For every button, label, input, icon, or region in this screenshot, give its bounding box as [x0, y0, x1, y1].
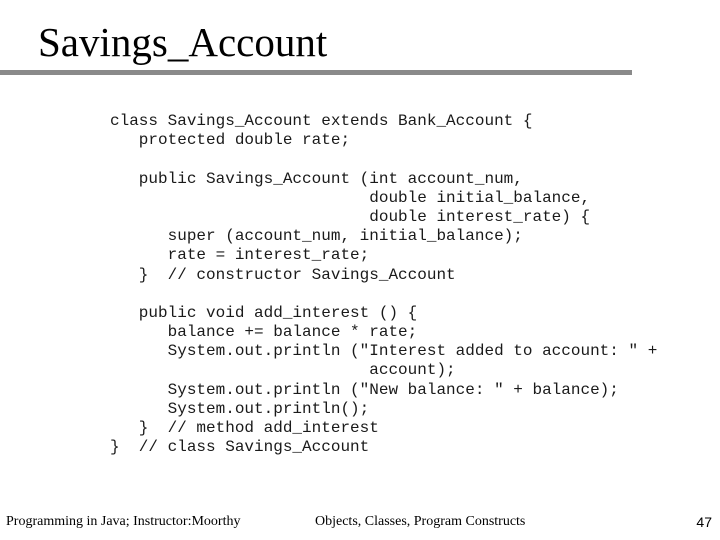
code-line: balance += balance * rate;: [110, 323, 418, 342]
slide-title: Savings_Account: [38, 19, 328, 65]
code-line: System.out.println ("Interest added to a…: [110, 342, 658, 361]
code-block: class Savings_Account extends Bank_Accou…: [110, 112, 657, 457]
code-line: double interest_rate) {: [110, 207, 591, 226]
footer-topic: Objects, Classes, Program Constructs: [315, 514, 526, 529]
code-line: } // method add_interest: [110, 419, 379, 437]
code-line: } // constructor Savings_Account: [110, 265, 456, 284]
footer-course: Programming in Java; Instructor:Moorthy: [6, 514, 241, 529]
code-line: double initial_balance,: [110, 188, 591, 207]
code-line: System.out.println ("New balance: " + ba…: [110, 380, 619, 399]
title-divider: [0, 70, 632, 75]
code-line: class Savings_Account extends Bank_Accou…: [110, 112, 533, 130]
code-line: super (account_num, initial_balance);: [110, 227, 523, 246]
code-line: } // class Savings_Account: [110, 438, 370, 457]
code-line: public void add_interest () {: [110, 303, 418, 322]
code-line: protected double rate;: [110, 131, 351, 150]
code-line: rate = interest_rate;: [110, 246, 370, 265]
code-line: System.out.println();: [110, 399, 370, 418]
code-line: public Savings_Account (int account_num,: [110, 169, 523, 188]
page-number: 47: [696, 514, 712, 530]
code-line: account);: [110, 361, 456, 380]
